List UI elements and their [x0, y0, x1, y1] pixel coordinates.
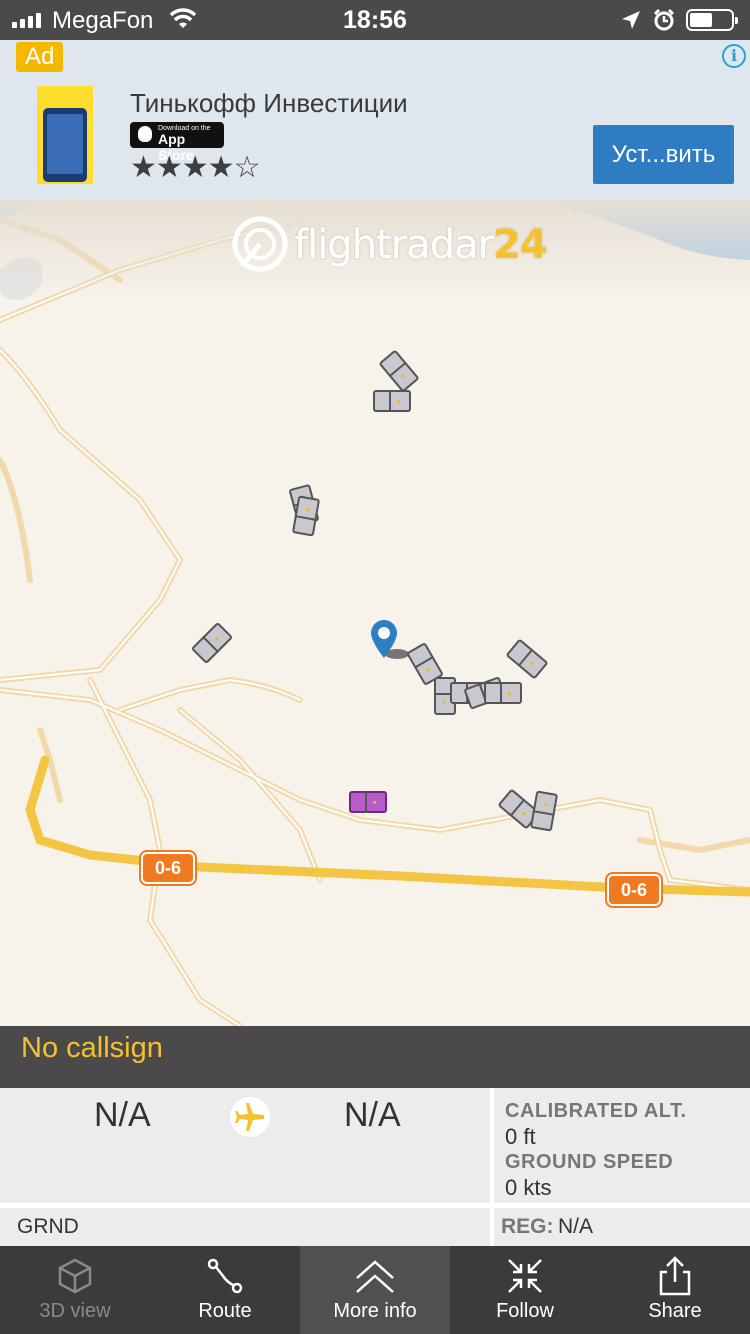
tab-follow[interactable]: Follow — [450, 1246, 600, 1334]
selected-aircraft-marker[interactable] — [349, 791, 387, 813]
rating-stars: ★★★★☆ — [130, 151, 260, 184]
share-icon — [659, 1256, 691, 1296]
destination-code: N/A — [344, 1096, 401, 1134]
reg-value: N/A — [558, 1215, 594, 1238]
tab-more-info[interactable]: More info — [300, 1246, 450, 1334]
map-view[interactable]: flightradar24 0-6 0-6 — [0, 200, 750, 1026]
flightradar24-logo: flightradar24 — [232, 214, 548, 274]
ad-label: Ad — [16, 42, 64, 72]
apple-logo-icon — [138, 126, 152, 142]
alarm-icon — [653, 8, 675, 31]
aircraft-type-row: GRND — [0, 1208, 490, 1246]
ad-banner[interactable]: Ad i Тинькофф Инвестиции Download on the… — [0, 40, 750, 200]
calibrated-alt-label: CALIBRATED ALT. — [505, 1100, 687, 1122]
flight-info-panel[interactable]: N/A N/A CALIBRATED ALT. 0 ft GROUND SPEE… — [0, 1088, 750, 1246]
install-button[interactable]: Уст...вить — [593, 125, 734, 184]
airplane-icon — [230, 1097, 270, 1137]
location-pin-icon — [371, 620, 409, 659]
follow-icon — [508, 1259, 542, 1293]
battery-icon — [686, 9, 738, 31]
origin-code: N/A — [94, 1096, 151, 1134]
aircraft-marker[interactable] — [484, 682, 522, 704]
flight-stats: CALIBRATED ALT. 0 ft GROUND SPEED 0 kts — [494, 1088, 750, 1203]
ad-info-icon[interactable]: i — [722, 44, 746, 68]
aircraft-type: GRND — [17, 1215, 79, 1238]
ground-speed-value: 0 kts — [505, 1175, 552, 1200]
aircraft-marker[interactable] — [373, 390, 411, 412]
callsign-bar[interactable]: No callsign — [0, 1026, 750, 1088]
chevron-up-icon — [356, 1260, 394, 1293]
road-label: 0-6 — [605, 872, 663, 908]
registration-row: REG: N/A — [494, 1208, 750, 1246]
ground-speed-label: GROUND SPEED — [505, 1151, 674, 1173]
app-store-badge: Download on the App Store — [130, 122, 224, 163]
tab-route[interactable]: Route — [150, 1246, 300, 1334]
bottom-tab-bar: 3D view Route More info Follow Share — [0, 1246, 750, 1334]
radar-icon — [232, 216, 288, 272]
ad-app-name[interactable]: Тинькофф Инвестиции — [130, 88, 408, 119]
road-label: 0-6 — [139, 850, 197, 886]
cube-icon — [58, 1258, 92, 1294]
tab-3d-view[interactable]: 3D view — [0, 1246, 150, 1334]
route-summary: N/A N/A — [0, 1088, 490, 1203]
route-icon — [207, 1258, 243, 1294]
calibrated-alt-value: 0 ft — [505, 1124, 536, 1149]
callsign: No callsign — [21, 1032, 163, 1064]
reg-label: REG: — [501, 1215, 554, 1238]
ad-app-thumbnail[interactable] — [37, 86, 93, 184]
location-arrow-icon — [622, 11, 640, 29]
tab-share[interactable]: Share — [600, 1246, 750, 1334]
status-bar: MegaFon 18:56 — [0, 0, 750, 40]
